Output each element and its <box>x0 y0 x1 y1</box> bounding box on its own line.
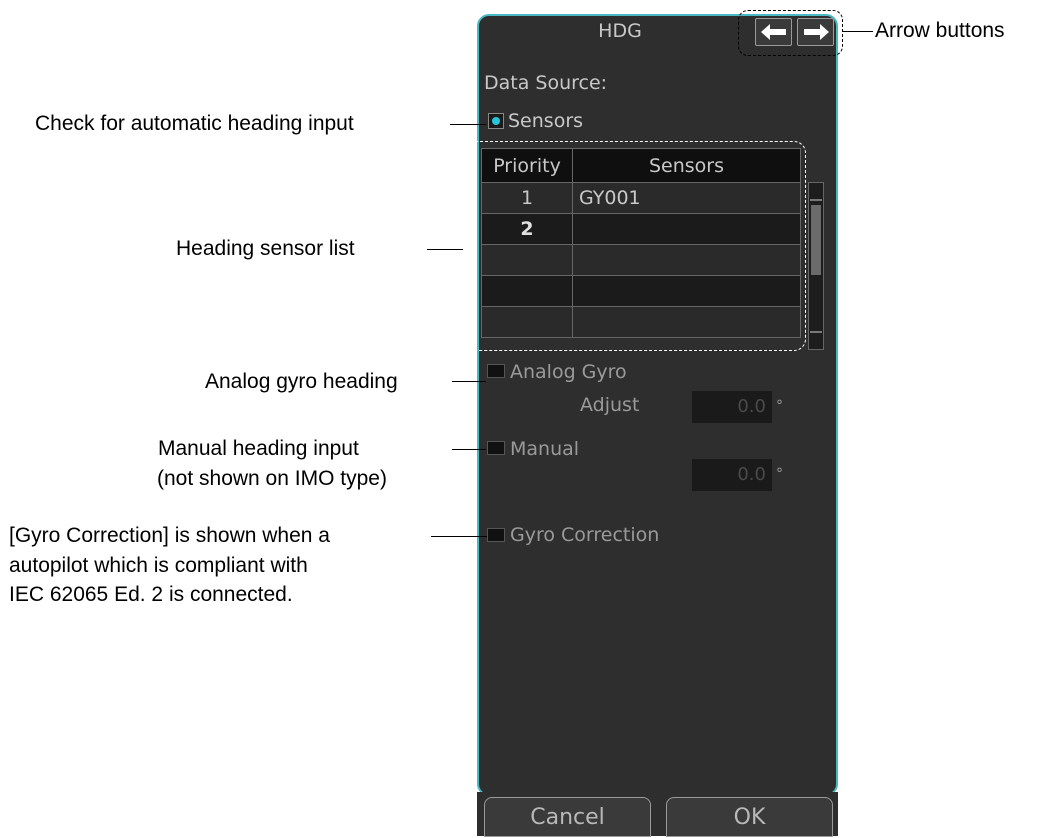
annotation-arrow-buttons: Arrow buttons <box>875 19 1005 42</box>
sensors-radio[interactable]: Sensors <box>488 110 583 132</box>
adjust-input[interactable]: 0.0 <box>692 391 772 423</box>
sensors-radio-label: Sensors <box>508 110 584 132</box>
manual-degree: ° <box>776 466 783 482</box>
annotation-gyro-line3: IEC 62065 Ed. 2 is connected. <box>9 583 293 606</box>
annotation-gyro-line1: [Gyro Correction] is shown when a <box>9 524 330 547</box>
annotation-manual-line1: Manual heading input <box>158 437 359 460</box>
scroll-top-icon[interactable] <box>810 185 822 201</box>
annotation-manual-line2: (not shown on IMO type) <box>157 467 387 490</box>
analog-gyro-checkbox[interactable] <box>487 364 505 378</box>
ok-button[interactable]: OK <box>666 797 833 837</box>
arrow-buttons-highlight <box>738 10 843 56</box>
leader-line <box>450 124 486 125</box>
gyro-correction-label: Gyro Correction <box>510 524 660 546</box>
sensor-list-highlight <box>463 141 806 351</box>
manual-checkbox[interactable] <box>487 441 505 455</box>
cancel-button[interactable]: Cancel <box>484 797 651 837</box>
manual-input[interactable]: 0.0 <box>692 459 772 491</box>
leader-line <box>452 449 486 450</box>
annotation-analog-gyro: Analog gyro heading <box>205 370 398 393</box>
analog-gyro-label: Analog Gyro <box>510 361 627 383</box>
radio-selected-dot <box>492 117 500 125</box>
adjust-degree: ° <box>776 398 783 414</box>
adjust-label: Adjust <box>580 394 640 416</box>
annotation-gyro-line2: autopilot which is compliant with <box>9 554 308 577</box>
scroll-bottom-icon[interactable] <box>810 331 822 347</box>
table-scrollbar[interactable] <box>808 182 824 350</box>
gyro-correction-checkbox[interactable] <box>487 528 505 542</box>
annotation-sensor-list: Heading sensor list <box>176 237 355 260</box>
leader-line <box>843 31 873 32</box>
scroll-thumb[interactable] <box>811 205 821 275</box>
leader-line <box>431 536 487 537</box>
sensors-radio-box[interactable] <box>488 113 504 129</box>
manual-label: Manual <box>510 438 580 460</box>
leader-line <box>427 249 463 250</box>
panel-title: HDG <box>598 20 642 42</box>
leader-line <box>452 381 486 382</box>
annotation-check-auto: Check for automatic heading input <box>35 112 354 135</box>
data-source-label: Data Source: <box>484 72 608 94</box>
